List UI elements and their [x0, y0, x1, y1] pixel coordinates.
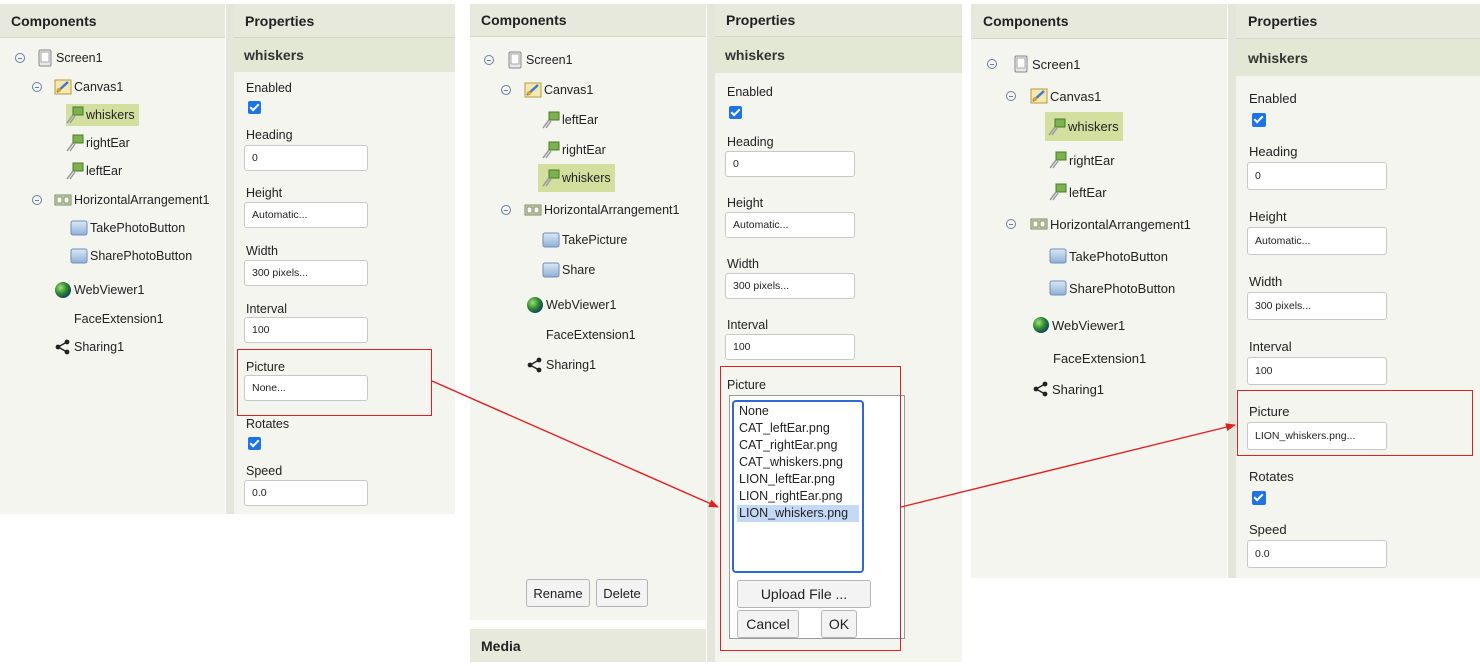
- arrow-to-picker: [431, 380, 719, 508]
- arrow-to-result: [900, 423, 1236, 508]
- annotation-arrows: [431, 380, 1236, 508]
